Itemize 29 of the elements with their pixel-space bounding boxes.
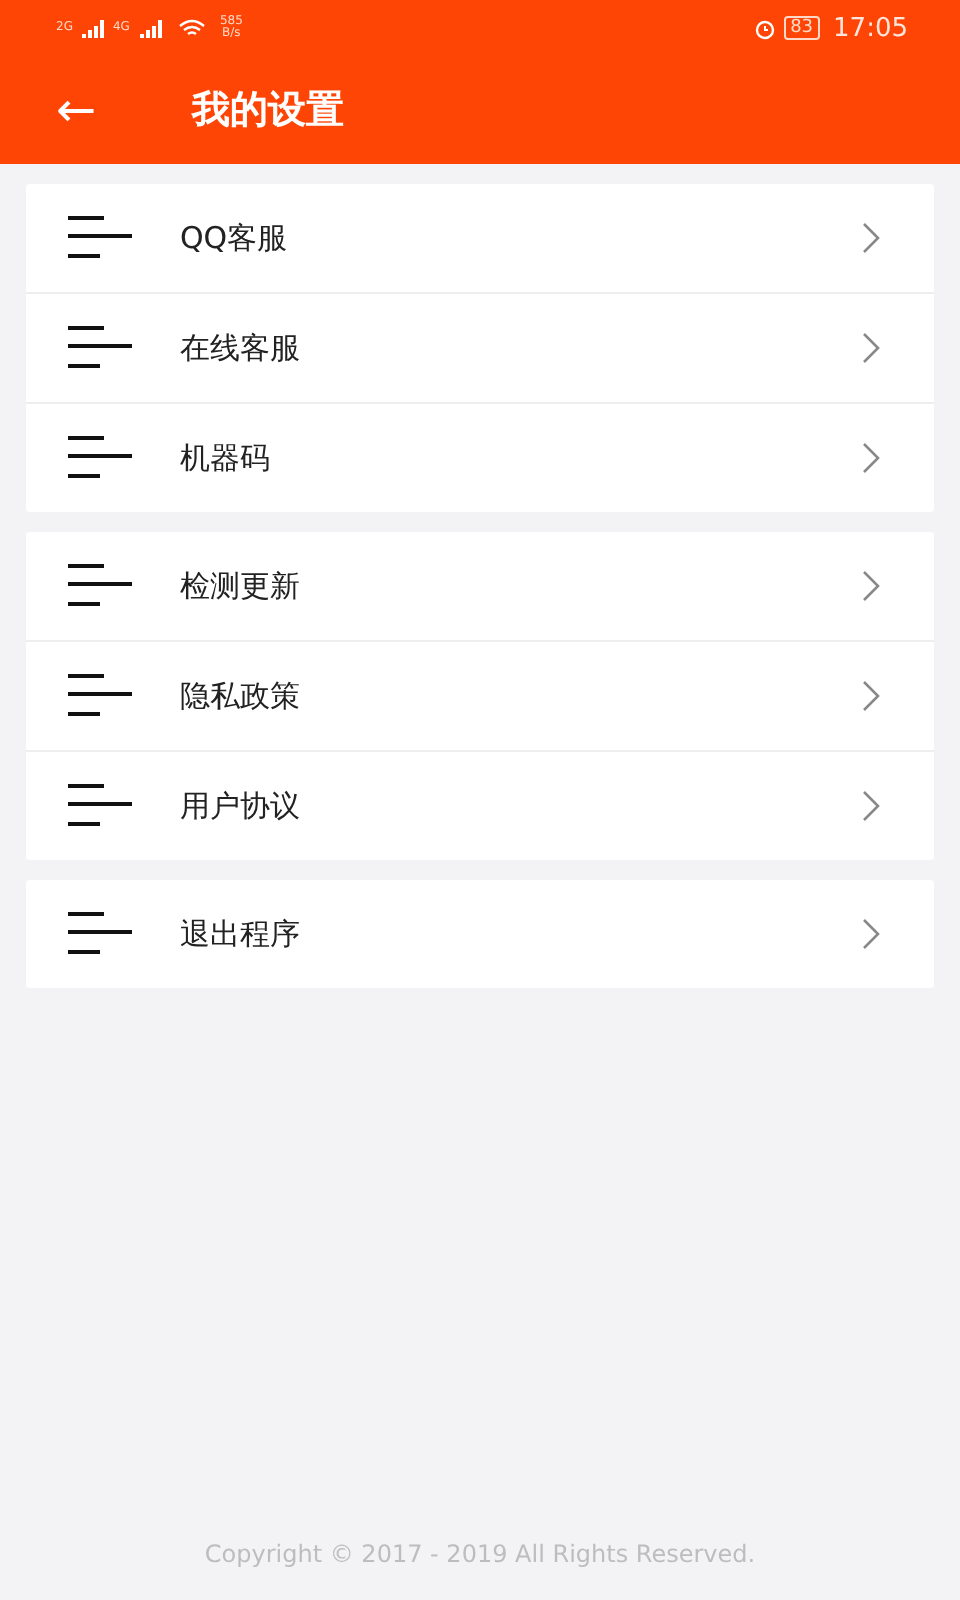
battery-level: 83 [784,16,820,40]
settings-item[interactable]: 检测更新 [180,567,862,605]
chevron-right-icon [862,442,880,474]
list-icon [68,784,136,828]
signal-icon [80,19,105,37]
list-icon [68,564,136,608]
list-icon [68,674,136,718]
list-icon [68,326,136,370]
chevron-right-icon [862,332,880,364]
chevron-right-icon [862,222,880,254]
list-icon [68,216,136,260]
clock-time: 17:05 [833,13,908,43]
settings-item[interactable]: 用户协议 [180,787,862,825]
list-icon [68,912,136,956]
settings-item[interactable]: 隐私政策 [180,677,862,715]
settings-item[interactable]: 在线客服 [180,329,862,367]
settings-item[interactable]: QQ客服 [180,219,862,257]
chevron-right-icon [862,680,880,712]
list-icon [68,436,136,480]
wifi-icon [177,18,206,38]
settings-item[interactable]: 退出程序 [180,915,862,953]
chevron-right-icon [862,918,880,950]
page-title: 我的设置 [192,86,344,136]
signal-icon [137,19,162,37]
settings-item[interactable]: 机器码 [180,439,862,477]
chevron-right-icon [862,790,880,822]
chevron-right-icon [862,570,880,602]
alarm-icon [754,17,777,39]
copyright-text: Copyright © 2017 - 2019 All Rights Reserved. [204,1540,756,1568]
